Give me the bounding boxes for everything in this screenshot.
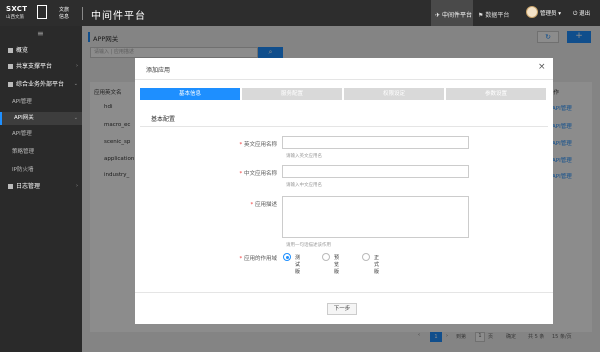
flag-icon: ⚑ bbox=[478, 12, 484, 19]
sidebar-item-firewall[interactable]: IP防火墙 bbox=[0, 164, 82, 177]
desc-textarea[interactable] bbox=[282, 196, 469, 238]
company-logo[interactable]: SXCT 山西文旅 文旅 信息 bbox=[6, 5, 76, 21]
sidebar-item-business-platform[interactable]: 综合业务外部平台 ⌄ bbox=[0, 78, 82, 91]
required-mark: * bbox=[239, 171, 243, 177]
step-basic-info[interactable]: 基本信息 bbox=[140, 88, 240, 100]
nav-middleware-platform[interactable]: ✈ 中间件平台 bbox=[431, 0, 473, 26]
nav-middleware-label: 中间件平台 bbox=[441, 12, 472, 19]
sidebar-item-label: 综合业务外部平台 bbox=[16, 81, 65, 88]
step-tabs: 基本信息 服务配置 权限设定 参数设置 bbox=[140, 88, 547, 100]
sidebar-item-api-manage-2[interactable]: API管理 bbox=[0, 128, 82, 141]
desc-hint: 请用一句话描述该作用 bbox=[286, 243, 331, 248]
scope-label-text: 应用的作用域 bbox=[243, 256, 277, 262]
scope-option-release: 正式版 bbox=[374, 255, 380, 275]
required-mark: * bbox=[239, 142, 243, 148]
en-name-label-text: 英文应用名称 bbox=[243, 142, 277, 148]
dashboard-icon bbox=[8, 48, 13, 53]
cn-name-label: * 中文应用名称 bbox=[187, 169, 277, 177]
cn-name-hint: 请输入中文应用名 bbox=[286, 183, 322, 188]
scope-radio-test[interactable] bbox=[283, 253, 291, 261]
logout-label: 退出 bbox=[579, 11, 591, 17]
menu-toggle-icon[interactable]: ≡ bbox=[37, 29, 44, 38]
required-mark: * bbox=[250, 202, 254, 208]
cn-name-label-text: 中文应用名称 bbox=[243, 171, 277, 177]
sidebar-item-label: 日志管理 bbox=[16, 183, 41, 190]
en-name-label: * 英文应用名称 bbox=[187, 140, 277, 148]
logo-company-line2: 信息 bbox=[59, 14, 70, 20]
sidebar-item-label: 策略管理 bbox=[12, 149, 35, 155]
desc-label-text: 应用描述 bbox=[254, 202, 277, 208]
user-menu[interactable]: 管理员 ▾ bbox=[540, 9, 561, 17]
cn-name-input[interactable] bbox=[282, 165, 469, 178]
logout-button[interactable]: ⏻ 退出 bbox=[573, 9, 590, 18]
step-service-config[interactable]: 服务配置 bbox=[242, 88, 342, 100]
footer-divider bbox=[135, 292, 553, 293]
grid-icon bbox=[8, 64, 13, 69]
sidebar-item-label: 概览 bbox=[16, 47, 29, 54]
section-title: 基本配置 bbox=[151, 116, 176, 123]
add-app-modal: 添加应用 × 基本信息 服务配置 权限设定 参数设置 基本配置 * 英文应用名称… bbox=[135, 58, 553, 324]
section-divider bbox=[140, 126, 548, 127]
close-icon[interactable]: × bbox=[538, 62, 546, 72]
sidebar-item-label: API管理 bbox=[12, 131, 32, 137]
en-name-input[interactable] bbox=[282, 136, 469, 149]
power-icon: ⏻ bbox=[573, 11, 578, 17]
sidebar-item-shared-platform[interactable]: 共享支撑平台 › bbox=[0, 60, 82, 73]
scope-label: * 应用的作用域 bbox=[187, 254, 277, 262]
scope-radio-preview[interactable] bbox=[322, 253, 330, 261]
avatar[interactable] bbox=[526, 6, 538, 18]
desc-label: * 应用描述 bbox=[187, 200, 277, 208]
log-icon bbox=[8, 184, 13, 189]
chevron-right-icon: › bbox=[76, 183, 78, 189]
user-name: 管理员 bbox=[540, 11, 557, 17]
logo-company-line1: 文旅 bbox=[59, 7, 70, 13]
step-permission[interactable]: 权限设定 bbox=[344, 88, 444, 100]
header-divider bbox=[82, 7, 83, 20]
sidebar-item-api-manage[interactable]: API管理 bbox=[0, 96, 82, 109]
nav-data-platform[interactable]: ⚑ 数据平台 bbox=[478, 10, 509, 19]
scope-radio-release[interactable] bbox=[362, 253, 370, 261]
top-bar: SXCT 山西文旅 文旅 信息 中间件平台 ✈ 中间件平台 ⚑ 数据平台 管理员… bbox=[0, 0, 600, 26]
en-name-hint: 请输入英文应用名 bbox=[286, 154, 322, 159]
sidebar-item-label: API管理 bbox=[12, 99, 32, 105]
chevron-right-icon: › bbox=[76, 63, 78, 69]
scope-option-preview: 预览版 bbox=[334, 255, 340, 275]
sidebar-item-api-gateway[interactable]: API网关 ⌄ bbox=[0, 112, 82, 125]
sidebar-item-logs[interactable]: 日志管理 › bbox=[0, 180, 82, 193]
app-title: 中间件平台 bbox=[91, 11, 146, 22]
sidebar-item-policy[interactable]: 策略管理 bbox=[0, 146, 82, 159]
sidebar-item-label: IP防火墙 bbox=[12, 167, 34, 173]
logo-sub: 山西文旅 bbox=[6, 15, 24, 20]
chevron-down-icon: ⌄ bbox=[73, 81, 78, 87]
sidebar-item-label: 共享支撑平台 bbox=[16, 63, 53, 70]
sidebar-item-overview[interactable]: 概览 bbox=[0, 44, 82, 57]
modal-title: 添加应用 bbox=[146, 67, 171, 74]
scope-option-test: 测试版 bbox=[295, 255, 301, 275]
modal-divider bbox=[135, 79, 553, 80]
required-mark: * bbox=[239, 256, 243, 262]
nav-data-label: 数据平台 bbox=[485, 12, 510, 19]
sidebar: ≡ 概览 共享支撑平台 › 综合业务外部平台 ⌄ API管理 API网关 ⌄ API管… bbox=[0, 26, 82, 352]
step-parameters[interactable]: 参数设置 bbox=[446, 88, 546, 100]
logo-mark-icon bbox=[37, 5, 47, 19]
sidebar-item-label: API网关 bbox=[14, 115, 34, 121]
chevron-down-icon: ⌄ bbox=[73, 115, 78, 121]
logo-brand: SXCT bbox=[6, 5, 28, 13]
next-step-button[interactable]: 下一步 bbox=[327, 303, 357, 315]
grid-icon bbox=[8, 82, 13, 87]
chevron-down-icon: ▾ bbox=[558, 11, 562, 17]
rocket-icon: ✈ bbox=[435, 12, 441, 19]
